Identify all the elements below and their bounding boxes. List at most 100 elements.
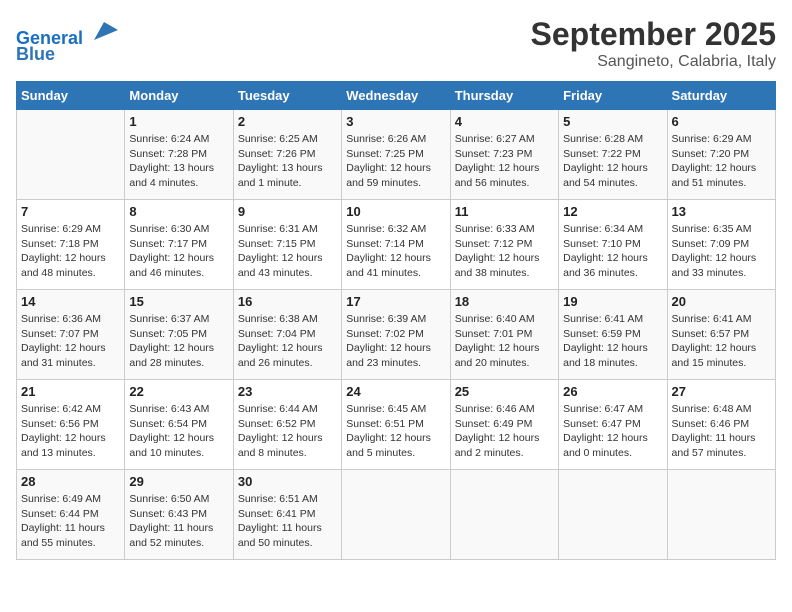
day-number: 8 bbox=[129, 204, 228, 219]
day-info: Sunrise: 6:46 AM Sunset: 6:49 PM Dayligh… bbox=[455, 402, 554, 461]
day-number: 29 bbox=[129, 474, 228, 489]
day-info: Sunrise: 6:42 AM Sunset: 6:56 PM Dayligh… bbox=[21, 402, 120, 461]
day-info: Sunrise: 6:29 AM Sunset: 7:18 PM Dayligh… bbox=[21, 222, 120, 281]
day-info: Sunrise: 6:34 AM Sunset: 7:10 PM Dayligh… bbox=[563, 222, 662, 281]
day-number: 15 bbox=[129, 294, 228, 309]
calendar-cell: 28 Sunrise: 6:49 AM Sunset: 6:44 PM Dayli… bbox=[17, 470, 125, 560]
day-number: 2 bbox=[238, 114, 337, 129]
day-info: Sunrise: 6:28 AM Sunset: 7:22 PM Dayligh… bbox=[563, 132, 662, 191]
calendar-cell: 5 Sunrise: 6:28 AM Sunset: 7:22 PM Daylig… bbox=[559, 110, 667, 200]
column-header-wednesday: Wednesday bbox=[342, 82, 450, 110]
calendar-cell: 17Sunrise: 6:39 AM Sunset: 7:02 PM Dayli… bbox=[342, 290, 450, 380]
calendar-cell: 26 Sunrise: 6:47 AM Sunset: 6:47 PM Dayli… bbox=[559, 380, 667, 470]
day-number: 9 bbox=[238, 204, 337, 219]
day-info: Sunrise: 6:25 AM Sunset: 7:26 PM Dayligh… bbox=[238, 132, 337, 191]
day-number: 23 bbox=[238, 384, 337, 399]
day-number: 25 bbox=[455, 384, 554, 399]
day-number: 24 bbox=[346, 384, 445, 399]
day-number: 14 bbox=[21, 294, 120, 309]
calendar-week-row: 28 Sunrise: 6:49 AM Sunset: 6:44 PM Dayli… bbox=[17, 470, 776, 560]
day-info: Sunrise: 6:37 AM Sunset: 7:05 PM Dayligh… bbox=[129, 312, 228, 371]
day-number: 22 bbox=[129, 384, 228, 399]
calendar-cell: 1Sunrise: 6:24 AM Sunset: 7:28 PM Daylig… bbox=[125, 110, 233, 200]
day-number: 1 bbox=[129, 114, 228, 129]
calendar-cell: 4Sunrise: 6:27 AM Sunset: 7:23 PM Daylig… bbox=[450, 110, 558, 200]
day-info: Sunrise: 6:31 AM Sunset: 7:15 PM Dayligh… bbox=[238, 222, 337, 281]
calendar-cell bbox=[667, 470, 775, 560]
day-number: 19 bbox=[563, 294, 662, 309]
column-header-friday: Friday bbox=[559, 82, 667, 110]
column-header-thursday: Thursday bbox=[450, 82, 558, 110]
day-number: 17 bbox=[346, 294, 445, 309]
page-title: September 2025 bbox=[531, 16, 776, 53]
day-number: 20 bbox=[672, 294, 771, 309]
calendar-cell: 7 Sunrise: 6:29 AM Sunset: 7:18 PM Daylig… bbox=[17, 200, 125, 290]
day-number: 28 bbox=[21, 474, 120, 489]
calendar-cell: 21 Sunrise: 6:42 AM Sunset: 6:56 PM Dayli… bbox=[17, 380, 125, 470]
calendar-cell: 13 Sunrise: 6:35 AM Sunset: 7:09 PM Dayli… bbox=[667, 200, 775, 290]
day-info: Sunrise: 6:50 AM Sunset: 6:43 PM Dayligh… bbox=[129, 492, 228, 551]
day-info: Sunrise: 6:41 AM Sunset: 6:59 PM Dayligh… bbox=[563, 312, 662, 371]
day-number: 5 bbox=[563, 114, 662, 129]
day-info: Sunrise: 6:47 AM Sunset: 6:47 PM Dayligh… bbox=[563, 402, 662, 461]
day-info: Sunrise: 6:36 AM Sunset: 7:07 PM Dayligh… bbox=[21, 312, 120, 371]
calendar-week-row: 7 Sunrise: 6:29 AM Sunset: 7:18 PM Daylig… bbox=[17, 200, 776, 290]
calendar-cell bbox=[559, 470, 667, 560]
calendar-table: SundayMondayTuesdayWednesdayThursdayFrid… bbox=[16, 81, 776, 560]
day-info: Sunrise: 6:38 AM Sunset: 7:04 PM Dayligh… bbox=[238, 312, 337, 371]
calendar-cell bbox=[450, 470, 558, 560]
day-number: 11 bbox=[455, 204, 554, 219]
column-header-monday: Monday bbox=[125, 82, 233, 110]
calendar-cell: 9 Sunrise: 6:31 AM Sunset: 7:15 PM Daylig… bbox=[233, 200, 341, 290]
calendar-cell bbox=[342, 470, 450, 560]
day-info: Sunrise: 6:40 AM Sunset: 7:01 PM Dayligh… bbox=[455, 312, 554, 371]
calendar-cell: 3 Sunrise: 6:26 AM Sunset: 7:25 PM Daylig… bbox=[342, 110, 450, 200]
calendar-cell: 6Sunrise: 6:29 AM Sunset: 7:20 PM Daylig… bbox=[667, 110, 775, 200]
calendar-week-row: 14 Sunrise: 6:36 AM Sunset: 7:07 PM Dayli… bbox=[17, 290, 776, 380]
calendar-cell: 29 Sunrise: 6:50 AM Sunset: 6:43 PM Dayli… bbox=[125, 470, 233, 560]
day-info: Sunrise: 6:26 AM Sunset: 7:25 PM Dayligh… bbox=[346, 132, 445, 191]
page-header: General Blue September 2025 Sangineto, C… bbox=[16, 16, 776, 71]
day-info: Sunrise: 6:44 AM Sunset: 6:52 PM Dayligh… bbox=[238, 402, 337, 461]
day-info: Sunrise: 6:35 AM Sunset: 7:09 PM Dayligh… bbox=[672, 222, 771, 281]
day-number: 10 bbox=[346, 204, 445, 219]
day-info: Sunrise: 6:43 AM Sunset: 6:54 PM Dayligh… bbox=[129, 402, 228, 461]
calendar-cell: 10 Sunrise: 6:32 AM Sunset: 7:14 PM Dayli… bbox=[342, 200, 450, 290]
calendar-cell: 11 Sunrise: 6:33 AM Sunset: 7:12 PM Dayli… bbox=[450, 200, 558, 290]
day-number: 18 bbox=[455, 294, 554, 309]
title-block: September 2025 Sangineto, Calabria, Ital… bbox=[531, 16, 776, 71]
day-number: 6 bbox=[672, 114, 771, 129]
calendar-week-row: 1Sunrise: 6:24 AM Sunset: 7:28 PM Daylig… bbox=[17, 110, 776, 200]
day-info: Sunrise: 6:45 AM Sunset: 6:51 PM Dayligh… bbox=[346, 402, 445, 461]
day-number: 3 bbox=[346, 114, 445, 129]
day-info: Sunrise: 6:51 AM Sunset: 6:41 PM Dayligh… bbox=[238, 492, 337, 551]
day-info: Sunrise: 6:32 AM Sunset: 7:14 PM Dayligh… bbox=[346, 222, 445, 281]
calendar-cell: 23 Sunrise: 6:44 AM Sunset: 6:52 PM Dayli… bbox=[233, 380, 341, 470]
calendar-week-row: 21 Sunrise: 6:42 AM Sunset: 6:56 PM Dayli… bbox=[17, 380, 776, 470]
day-number: 30 bbox=[238, 474, 337, 489]
day-number: 4 bbox=[455, 114, 554, 129]
calendar-cell: 12 Sunrise: 6:34 AM Sunset: 7:10 PM Dayli… bbox=[559, 200, 667, 290]
day-info: Sunrise: 6:33 AM Sunset: 7:12 PM Dayligh… bbox=[455, 222, 554, 281]
logo: General Blue bbox=[16, 16, 118, 65]
day-number: 13 bbox=[672, 204, 771, 219]
page-subtitle: Sangineto, Calabria, Italy bbox=[531, 53, 776, 71]
calendar-cell: 24 Sunrise: 6:45 AM Sunset: 6:51 PM Dayli… bbox=[342, 380, 450, 470]
column-header-sunday: Sunday bbox=[17, 82, 125, 110]
day-number: 21 bbox=[21, 384, 120, 399]
calendar-cell: 22 Sunrise: 6:43 AM Sunset: 6:54 PM Dayli… bbox=[125, 380, 233, 470]
calendar-cell: 18 Sunrise: 6:40 AM Sunset: 7:01 PM Dayli… bbox=[450, 290, 558, 380]
day-number: 26 bbox=[563, 384, 662, 399]
day-info: Sunrise: 6:41 AM Sunset: 6:57 PM Dayligh… bbox=[672, 312, 771, 371]
day-number: 7 bbox=[21, 204, 120, 219]
calendar-header-row: SundayMondayTuesdayWednesdayThursdayFrid… bbox=[17, 82, 776, 110]
calendar-cell: 8Sunrise: 6:30 AM Sunset: 7:17 PM Daylig… bbox=[125, 200, 233, 290]
calendar-cell: 2 Sunrise: 6:25 AM Sunset: 7:26 PM Daylig… bbox=[233, 110, 341, 200]
day-info: Sunrise: 6:48 AM Sunset: 6:46 PM Dayligh… bbox=[672, 402, 771, 461]
calendar-cell: 16 Sunrise: 6:38 AM Sunset: 7:04 PM Dayli… bbox=[233, 290, 341, 380]
calendar-cell: 20 Sunrise: 6:41 AM Sunset: 6:57 PM Dayli… bbox=[667, 290, 775, 380]
day-info: Sunrise: 6:49 AM Sunset: 6:44 PM Dayligh… bbox=[21, 492, 120, 551]
day-number: 12 bbox=[563, 204, 662, 219]
calendar-cell: 15 Sunrise: 6:37 AM Sunset: 7:05 PM Dayli… bbox=[125, 290, 233, 380]
day-number: 16 bbox=[238, 294, 337, 309]
